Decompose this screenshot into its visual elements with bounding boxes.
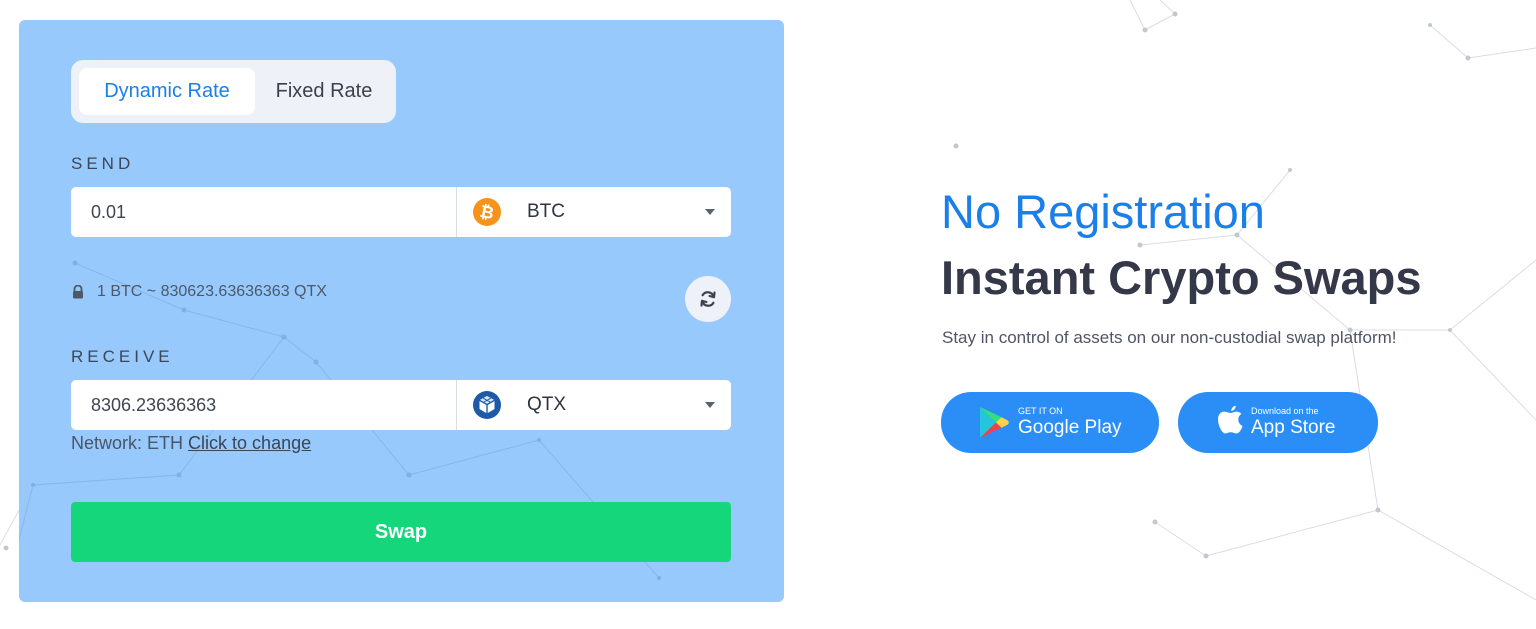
send-amount-input[interactable] [71, 187, 456, 237]
exchange-rate-text: 1 BTC ~ 830623.63636363 QTX [97, 283, 327, 300]
receive-label: RECEIVE [71, 347, 174, 366]
chevron-down-icon [705, 402, 715, 408]
exchange-rate: 1 BTC ~ 830623.63636363 QTX [71, 282, 327, 302]
receive-coin-select[interactable]: QTX [456, 380, 731, 430]
network-prefix: Network: ETH [71, 433, 184, 453]
swap-card: Dynamic Rate Fixed Rate SEND ₿ BTC 1 BTC… [19, 20, 784, 602]
app-store-small-text: Download on the [1251, 406, 1319, 416]
app-store-big-text: App Store [1251, 417, 1336, 438]
lock-icon [71, 285, 85, 299]
google-play-big-text: Google Play [1018, 417, 1122, 438]
qtx-cube-icon [473, 391, 501, 419]
swap-button[interactable]: Swap [71, 502, 731, 562]
bitcoin-icon: ₿ [473, 198, 501, 226]
receive-coin-symbol: QTX [527, 394, 567, 415]
send-label: SEND [71, 154, 135, 173]
hero-title-line2: Instant Crypto Swaps [941, 251, 1422, 304]
send-coin-select[interactable]: ₿ BTC [456, 187, 731, 237]
network-info: Network: ETH Click to change [71, 433, 311, 454]
hero-title-line1: No Registration [941, 185, 1265, 238]
google-play-icon [979, 406, 1009, 439]
chevron-down-icon [705, 209, 715, 215]
google-play-small-text: GET IT ON [1018, 406, 1063, 416]
apple-icon [1218, 405, 1244, 436]
tab-fixed-rate[interactable]: Fixed Rate [261, 68, 387, 115]
tab-dynamic-rate[interactable]: Dynamic Rate [79, 68, 255, 115]
refresh-rate-button[interactable] [685, 276, 731, 322]
hero-subtitle: Stay in control of assets on our non-cus… [942, 328, 1397, 347]
google-play-button[interactable]: GET IT ON Google Play [941, 392, 1159, 453]
refresh-icon [698, 289, 718, 309]
app-store-button[interactable]: Download on the App Store [1178, 392, 1378, 453]
rate-type-toggle: Dynamic Rate Fixed Rate [71, 60, 396, 123]
change-network-link[interactable]: Click to change [188, 433, 311, 453]
receive-amount-input[interactable] [71, 380, 456, 430]
send-coin-symbol: BTC [527, 201, 565, 222]
